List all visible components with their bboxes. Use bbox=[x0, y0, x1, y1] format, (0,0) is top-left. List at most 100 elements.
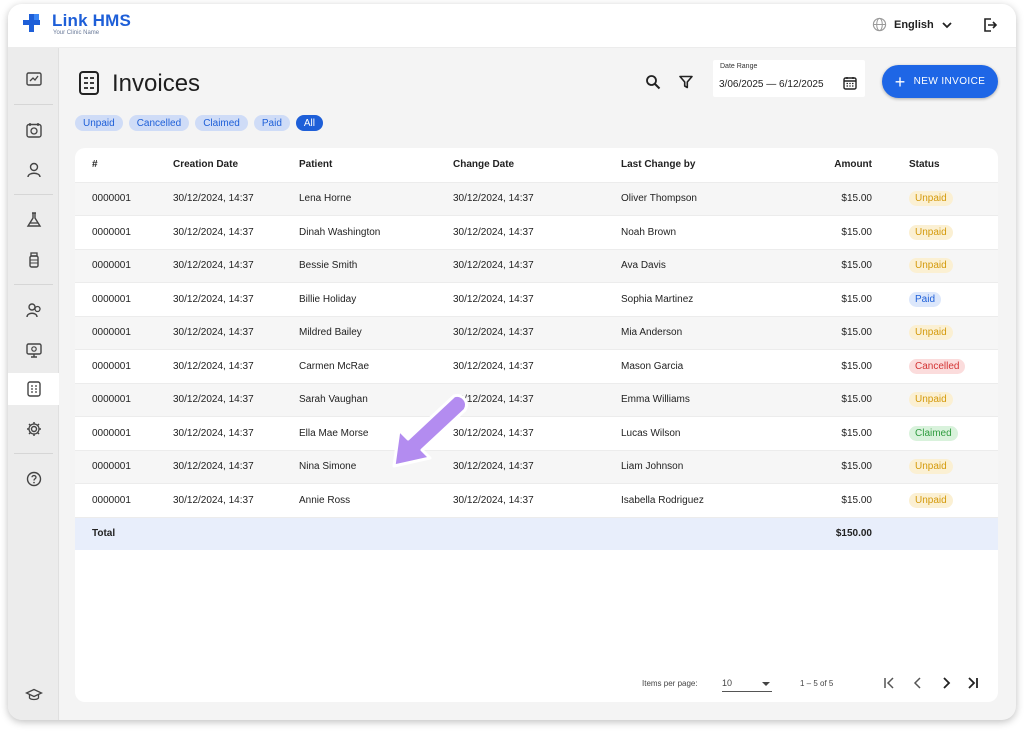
items-per-page-label: Items per page: bbox=[642, 679, 698, 688]
table-row[interactable]: 0000001 30/12/2024, 14:37 Bessie Smith 3… bbox=[75, 248, 998, 283]
sidebar-item-monitor[interactable] bbox=[8, 334, 59, 366]
column-header-patient[interactable]: Patient bbox=[299, 148, 453, 182]
column-header-creation-date[interactable]: Creation Date bbox=[173, 148, 299, 182]
cell-last-change-by: Oliver Thompson bbox=[621, 181, 791, 216]
language-label: English bbox=[894, 18, 934, 31]
table-row[interactable]: 0000001 30/12/2024, 14:37 Ella Mae Morse… bbox=[75, 416, 998, 450]
cell-patient: Carmen McRae bbox=[299, 349, 453, 383]
table-row[interactable]: 0000001 30/12/2024, 14:37 Mildred Bailey… bbox=[75, 315, 998, 350]
sidebar-item-education[interactable] bbox=[8, 679, 59, 711]
cell-creation-date: 30/12/2024, 14:37 bbox=[173, 416, 299, 450]
cell-id: 0000001 bbox=[75, 349, 173, 383]
sidebar-item-lab[interactable] bbox=[8, 204, 59, 236]
education-icon bbox=[24, 688, 43, 701]
cell-id: 0000001 bbox=[75, 282, 173, 316]
items-per-page-select[interactable]: 10 bbox=[722, 674, 772, 692]
cell-creation-date: 30/12/2024, 14:37 bbox=[173, 282, 299, 316]
invoice-page-icon bbox=[79, 71, 99, 95]
cell-creation-date: 30/12/2024, 14:37 bbox=[173, 315, 299, 350]
globe-icon bbox=[872, 17, 887, 32]
sidebar-divider bbox=[14, 453, 53, 454]
column-header-change-date[interactable]: Change Date bbox=[453, 148, 621, 182]
table-row[interactable]: 0000001 30/12/2024, 14:37 Nina Simone 30… bbox=[75, 449, 998, 484]
filter-chip-paid[interactable]: Paid bbox=[253, 115, 290, 131]
plus-icon: + bbox=[894, 71, 906, 92]
table-row[interactable]: 0000001 30/12/2024, 14:37 Sarah Vaughan … bbox=[75, 382, 998, 417]
cell-amount: $15.00 bbox=[791, 416, 909, 450]
cell-patient: Billie Holiday bbox=[299, 282, 453, 316]
filter-chip-unpaid[interactable]: Unpaid bbox=[75, 115, 123, 131]
cell-amount: $15.00 bbox=[791, 382, 909, 417]
sidebar bbox=[8, 48, 59, 720]
sidebar-item-patients[interactable] bbox=[8, 154, 59, 186]
date-range-value[interactable]: 3/06/2025 — 6/12/2025 bbox=[719, 79, 824, 90]
table-row[interactable]: 0000001 30/12/2024, 14:37 Annie Ross 30/… bbox=[75, 483, 998, 517]
status-badge: Unpaid bbox=[909, 191, 953, 207]
dashboard-icon bbox=[25, 72, 42, 86]
status-badge: Unpaid bbox=[909, 459, 953, 475]
pagination: Items per page: 10 1 – 5 of 5 bbox=[75, 668, 998, 698]
cell-change-date: 30/12/2024, 14:37 bbox=[453, 416, 621, 450]
filter-chip-all[interactable]: All bbox=[295, 115, 324, 131]
cell-change-date: 30/12/2024, 14:37 bbox=[453, 449, 621, 484]
cell-patient: Lena Horne bbox=[299, 181, 453, 216]
staff-icon bbox=[25, 303, 41, 318]
lab-icon bbox=[26, 212, 41, 227]
sidebar-item-calendar[interactable] bbox=[8, 114, 59, 146]
column-header-amount[interactable]: Amount bbox=[791, 148, 909, 182]
sidebar-item-settings[interactable] bbox=[8, 413, 59, 445]
date-range-label: Date Range bbox=[720, 63, 758, 70]
monitor-icon bbox=[25, 343, 42, 358]
cell-last-change-by: Emma Williams bbox=[621, 382, 791, 417]
first-page-icon[interactable] bbox=[882, 676, 896, 690]
table-row[interactable]: 0000001 30/12/2024, 14:37 Carmen McRae 3… bbox=[75, 349, 998, 383]
next-page-icon[interactable] bbox=[939, 676, 953, 690]
cell-amount: $15.00 bbox=[791, 282, 909, 316]
table-row[interactable]: 0000001 30/12/2024, 14:37 Lena Horne 30/… bbox=[75, 181, 998, 216]
last-page-icon[interactable] bbox=[966, 676, 980, 690]
cell-amount: $15.00 bbox=[791, 349, 909, 383]
cell-last-change-by: Mason Garcia bbox=[621, 349, 791, 383]
cell-change-date: 30/12/2024, 14:37 bbox=[453, 483, 621, 517]
cell-last-change-by: Liam Johnson bbox=[621, 449, 791, 484]
invoices-table-card: # Creation Date Patient Change Date Last… bbox=[75, 148, 998, 702]
cell-id: 0000001 bbox=[75, 181, 173, 216]
status-badge: Unpaid bbox=[909, 392, 953, 408]
page-title: Invoices bbox=[112, 70, 201, 97]
new-invoice-button[interactable]: + NEW INVOICE bbox=[882, 65, 998, 98]
cell-last-change-by: Ava Davis bbox=[621, 248, 791, 283]
table-row[interactable]: 0000001 30/12/2024, 14:37 Dinah Washingt… bbox=[75, 215, 998, 249]
date-range-picker[interactable]: Date Range 3/06/2025 — 6/12/2025 bbox=[713, 60, 865, 97]
sidebar-item-dashboard[interactable] bbox=[8, 63, 59, 95]
cell-patient: Dinah Washington bbox=[299, 215, 453, 249]
top-bar: Link HMS Your Clinic Name English bbox=[8, 4, 1016, 48]
previous-page-icon[interactable] bbox=[911, 676, 925, 690]
table-row[interactable]: 0000001 30/12/2024, 14:37 Billie Holiday… bbox=[75, 282, 998, 316]
cell-id: 0000001 bbox=[75, 382, 173, 417]
calendar-icon[interactable] bbox=[843, 76, 857, 90]
cell-creation-date: 30/12/2024, 14:37 bbox=[173, 215, 299, 249]
sidebar-item-invoices[interactable] bbox=[8, 373, 59, 405]
chevron-down-icon bbox=[942, 21, 952, 28]
filter-icon[interactable] bbox=[679, 75, 693, 89]
status-badge: Claimed bbox=[909, 425, 958, 441]
filter-chip-cancelled[interactable]: Cancelled bbox=[128, 115, 190, 131]
sidebar-item-medicine[interactable] bbox=[8, 244, 59, 276]
column-header-status[interactable]: Status bbox=[909, 148, 998, 182]
medicine-icon bbox=[28, 252, 39, 268]
sidebar-item-staff[interactable] bbox=[8, 294, 59, 326]
logout-icon[interactable] bbox=[982, 17, 998, 33]
cell-change-date: 30/12/2024, 14:37 bbox=[453, 349, 621, 383]
filter-chip-claimed[interactable]: Claimed bbox=[195, 115, 248, 131]
language-selector[interactable]: English bbox=[872, 17, 953, 32]
status-badge: Cancelled bbox=[909, 358, 966, 374]
column-header-last-change-by[interactable]: Last Change by bbox=[621, 148, 791, 182]
settings-icon bbox=[26, 422, 41, 436]
patient-icon bbox=[26, 162, 41, 178]
items-per-page-value: 10 bbox=[722, 678, 733, 688]
status-badge: Unpaid bbox=[909, 224, 953, 240]
column-header-number[interactable]: # bbox=[75, 148, 173, 182]
sidebar-item-help[interactable] bbox=[8, 463, 59, 495]
cell-change-date: 30/12/2024, 14:37 bbox=[453, 181, 621, 216]
search-icon[interactable] bbox=[645, 74, 661, 90]
